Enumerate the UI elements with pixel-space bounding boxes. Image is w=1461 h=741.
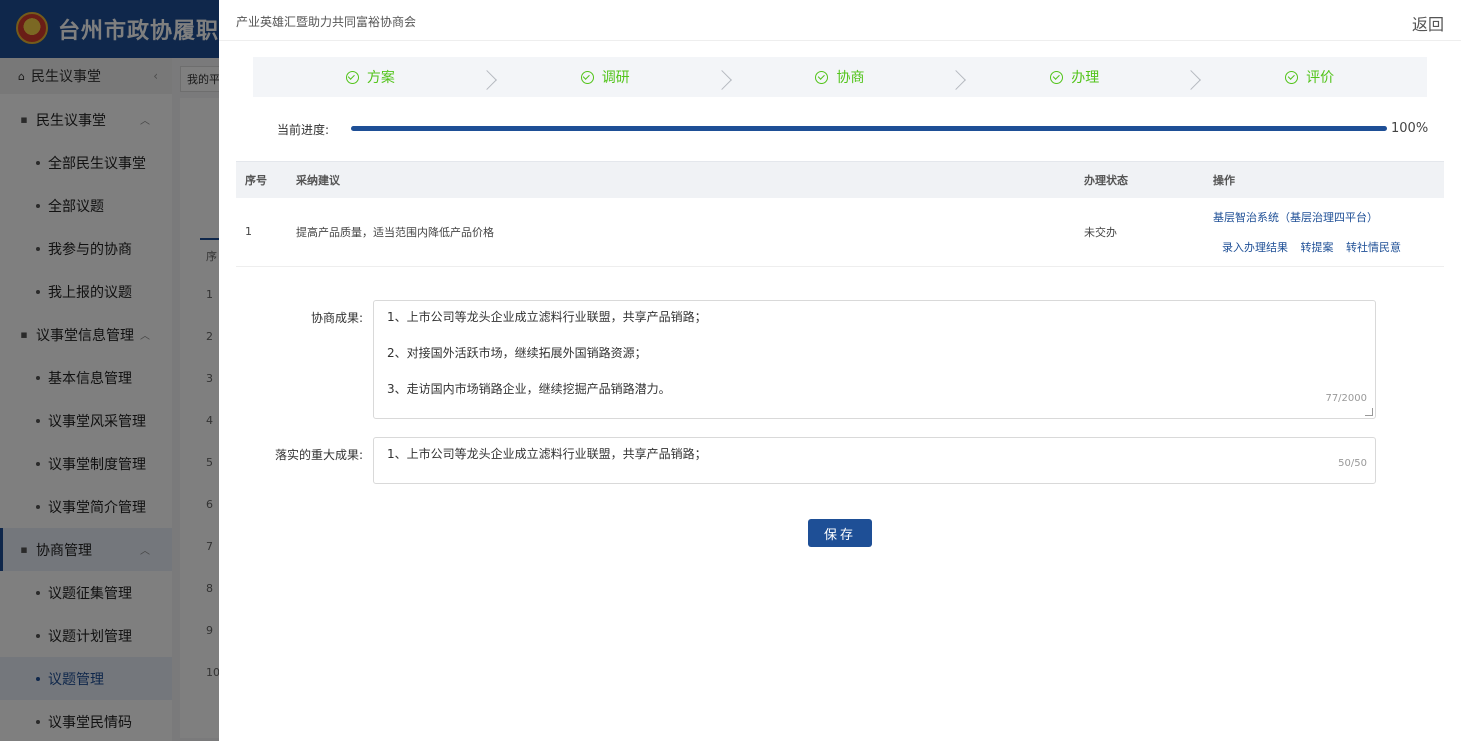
major-outcome-textarea[interactable]: 1、上市公司等龙头企业成立滤料行业联盟，共享产品销路； 50/50 (373, 437, 1376, 484)
process-steps: 方案 调研 协商 办理 评价 (253, 57, 1427, 97)
cell-ops: 基层智治系统（基层治理四平台） 录入办理结果 转提案 转社情民意 (1204, 197, 1444, 267)
table-row: 1 提高产品质量，适当范围内降低产品价格 未交办 基层智治系统（基层治理四平台）… (236, 197, 1444, 267)
enter-result-link[interactable]: 录入办理结果 (1222, 241, 1288, 254)
detail-drawer: 产业英雄汇暨助力共同富裕协商会 返回 方案 调研 协商 办理 评价 当前进度: … (219, 0, 1461, 741)
save-button[interactable]: 保存 (808, 519, 872, 547)
outcome-char-count: 77/2000 (1325, 393, 1367, 404)
system-link[interactable]: 基层智治系统（基层治理四平台） (1213, 209, 1444, 225)
check-circle-icon (815, 70, 829, 84)
major-outcome-label: 落实的重大成果: (274, 448, 363, 462)
step-label: 办理 (1071, 70, 1100, 86)
major-outcome-line: 1、上市公司等龙头企业成立滤料行业联盟，共享产品销路； (387, 447, 707, 461)
step-label: 协商 (836, 70, 865, 86)
step-plan[interactable]: 方案 (253, 67, 497, 90)
check-circle-icon (1050, 70, 1064, 84)
step-label: 评价 (1306, 70, 1335, 86)
outcome-line: 2、对接国外活跃市场，继续拓展外国销路资源； (387, 346, 647, 360)
col-suggestion: 采纳建议 (287, 161, 1075, 198)
cell-suggestion: 提高产品质量，适当范围内降低产品价格 (287, 197, 1075, 267)
major-outcome-char-count: 50/50 (1338, 458, 1367, 469)
progress-fill (351, 126, 1387, 131)
cell-status: 未交办 (1075, 197, 1204, 267)
progress-bar (351, 126, 1387, 131)
step-label: 调研 (601, 70, 630, 86)
col-index: 序号 (236, 161, 287, 198)
outcome-label: 协商成果: (310, 311, 363, 325)
resize-grip-icon[interactable] (1365, 408, 1373, 416)
check-circle-icon (580, 70, 594, 84)
action-links: 录入办理结果 转提案 转社情民意 (1213, 239, 1444, 255)
step-research[interactable]: 调研 (488, 67, 732, 90)
back-button[interactable]: 返回 (1412, 11, 1444, 35)
step-label: 方案 (366, 70, 395, 86)
step-handle[interactable]: 办理 (957, 67, 1202, 90)
progress-percent: 100% (1391, 121, 1429, 136)
major-outcome-text: 1、上市公司等龙头企业成立滤料行业联盟，共享产品销路； (374, 438, 1375, 483)
check-circle-icon (345, 70, 359, 84)
step-evaluate[interactable]: 评价 (1192, 67, 1427, 87)
step-consult[interactable]: 协商 (723, 67, 967, 90)
outcome-text: 1、上市公司等龙头企业成立滤料行业联盟，共享产品销路； 2、对接国外活跃市场，继… (374, 301, 1375, 418)
to-proposal-link[interactable]: 转提案 (1301, 241, 1334, 254)
table-header-row: 序号 采纳建议 办理状态 操作 (236, 161, 1444, 198)
drawer-title: 产业英雄汇暨助力共同富裕协商会 (236, 15, 417, 29)
outcome-textarea[interactable]: 1、上市公司等龙头企业成立滤料行业联盟，共享产品销路； 2、对接国外活跃市场，继… (373, 300, 1376, 419)
progress-label: 当前进度: (277, 123, 330, 137)
check-circle-icon (1285, 70, 1299, 84)
outcome-line: 3、走访国内市场销路企业，继续挖掘产品销路潜力。 (387, 382, 671, 396)
drawer-header: 产业英雄汇暨助力共同富裕协商会 返回 (219, 0, 1461, 41)
app-root: 台州市政协履职服 ⌂ 民生议事堂 ‹ ▪民生议事堂︿全部民生议事堂全部议题我参与… (0, 0, 1461, 741)
outcome-line: 1、上市公司等龙头企业成立滤料行业联盟，共享产品销路； (387, 310, 707, 324)
col-ops: 操作 (1204, 161, 1444, 198)
col-status: 办理状态 (1075, 161, 1204, 198)
cell-index: 1 (236, 197, 287, 267)
to-public-opinion-link[interactable]: 转社情民意 (1346, 241, 1401, 254)
suggestion-table: 序号 采纳建议 办理状态 操作 1 提高产品质量，适当范围内降低产品价格 未交办… (236, 161, 1444, 267)
